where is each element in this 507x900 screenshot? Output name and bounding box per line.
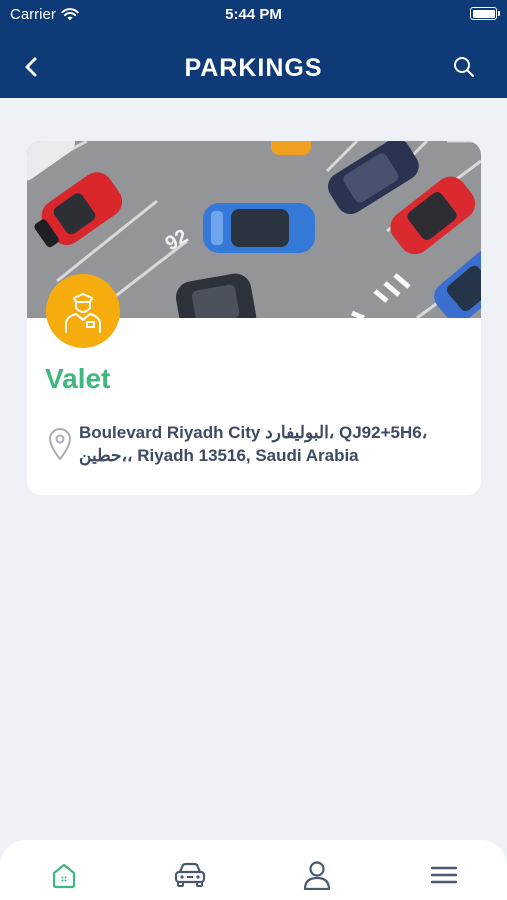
page-title: PARKINGS: [184, 54, 323, 82]
parking-address: Boulevard Riyadh City البوليفارد، QJ92+5…: [79, 423, 428, 465]
valet-attendant-icon: [65, 293, 101, 333]
status-bar: Carrier 5:44 PM: [0, 0, 507, 28]
nav-bar: PARKINGS: [0, 40, 507, 96]
tab-profile[interactable]: [297, 857, 337, 893]
user-icon: [303, 861, 331, 890]
tab-menu[interactable]: [424, 857, 464, 893]
tab-bar: [0, 840, 507, 900]
search-icon: [454, 57, 474, 77]
battery-icon: [470, 7, 500, 20]
tab-home[interactable]: [44, 857, 84, 893]
menu-icon: [431, 866, 457, 884]
parking-card[interactable]: 92 Valet Boulevard Riyadh City البوليفار…: [27, 141, 481, 495]
home-icon: [52, 863, 76, 889]
address-row: Boulevard Riyadh City البوليفارد، QJ92+5…: [47, 421, 467, 467]
search-button[interactable]: [449, 52, 479, 82]
valet-badge: [46, 274, 120, 348]
header: Carrier 5:44 PM PARKINGS: [0, 0, 507, 98]
parking-name: Valet: [45, 363, 111, 394]
tab-cars[interactable]: [170, 857, 210, 893]
car-icon: [174, 862, 206, 887]
location-pin-icon: [48, 428, 72, 461]
status-time: 5:44 PM: [225, 6, 282, 23]
